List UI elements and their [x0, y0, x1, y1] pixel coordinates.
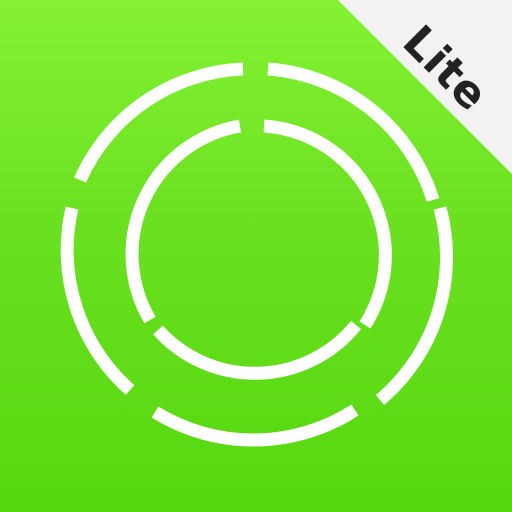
app-icon: Lite — [0, 0, 512, 512]
